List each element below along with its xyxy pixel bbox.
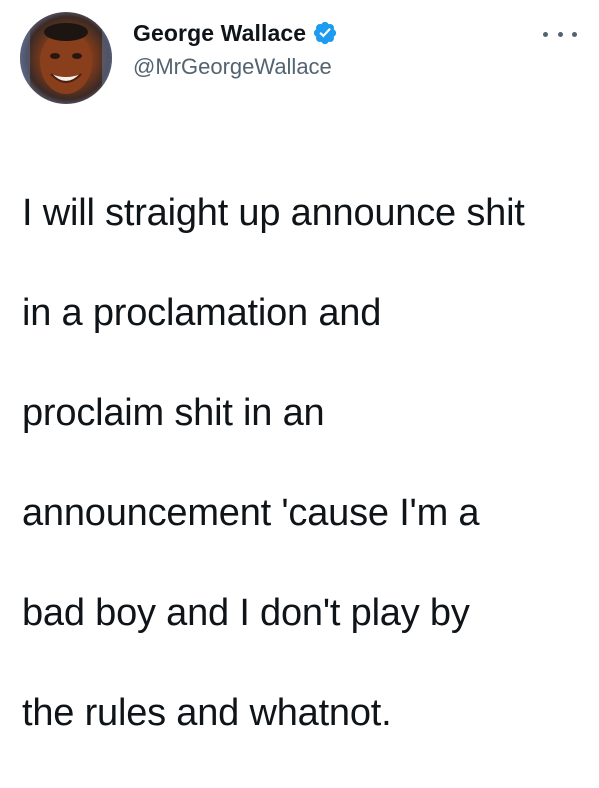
name-row: George Wallace: [133, 18, 338, 48]
tweet-text-line: proclaim shit in an: [22, 392, 325, 434]
user-handle[interactable]: @MrGeorgeWallace: [133, 54, 338, 80]
more-horizontal-icon: [543, 31, 548, 37]
tweet-text-line: in a proclamation and: [22, 292, 382, 334]
tweet-text-line: the rules and whatnot.: [22, 692, 392, 734]
tweet-text-line: announcement 'cause I'm a: [22, 492, 480, 534]
more-horizontal-icon: [572, 31, 577, 37]
user-info: George Wallace @MrGeorgeWallace: [133, 18, 338, 80]
tweet-text-line: bad boy and I don't play by: [22, 592, 470, 634]
avatar-photo: [20, 12, 112, 104]
tweet-text-line: I will straight up announce shit: [22, 192, 525, 234]
display-name[interactable]: George Wallace: [133, 20, 306, 47]
more-horizontal-icon: [557, 31, 563, 37]
verified-badge-icon: [312, 20, 338, 46]
tweet-card: George Wallace @MrGeorgeWallace I will s…: [0, 0, 599, 734]
tweet-text: I will straight up announce shit in a pr…: [22, 138, 587, 788]
more-options-button[interactable]: [543, 24, 577, 44]
avatar[interactable]: [20, 12, 112, 104]
